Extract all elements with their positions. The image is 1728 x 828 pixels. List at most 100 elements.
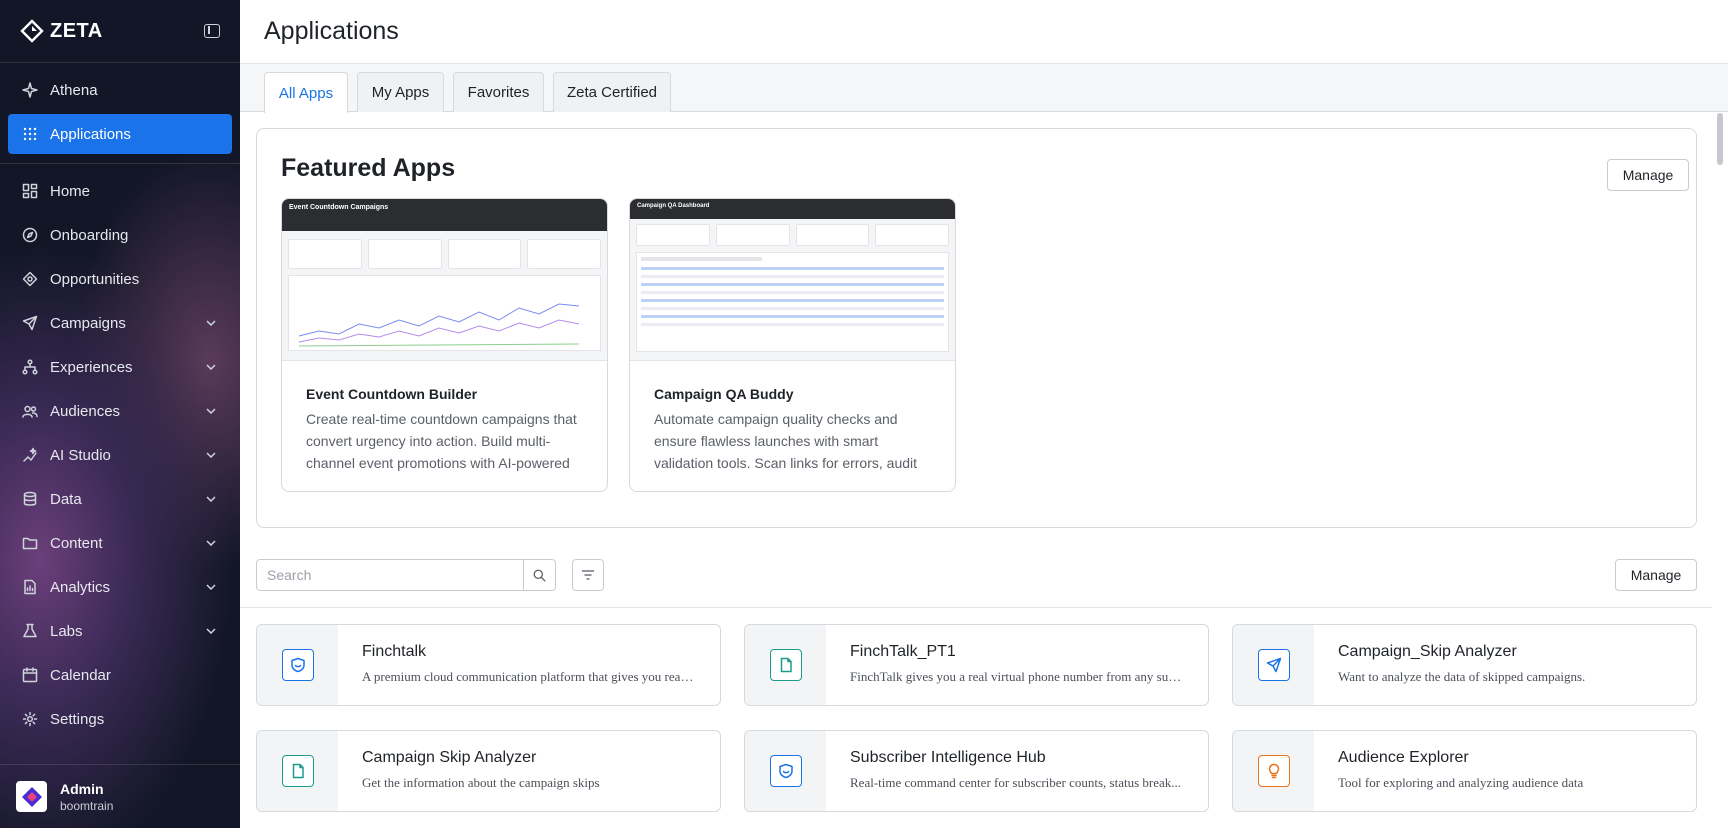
sidebar-item-athena[interactable]: Athena <box>8 70 232 110</box>
gear-icon <box>22 711 38 727</box>
sidebar-item-label: Home <box>50 182 91 200</box>
sidebar-item-audiences[interactable]: Audiences <box>8 391 232 431</box>
sidebar-item-campaigns[interactable]: Campaigns <box>8 303 232 343</box>
tab-my-apps[interactable]: My Apps <box>357 72 444 112</box>
grid-icon <box>22 126 38 142</box>
tabs-bar: All Apps My Apps Favorites Zeta Certifie… <box>240 64 1728 113</box>
search-button[interactable] <box>523 560 555 590</box>
chevron-down-icon[interactable] <box>204 580 218 594</box>
sidebar-item-label: Content <box>50 534 103 552</box>
sidebar-item-label: Data <box>50 490 82 508</box>
sidebar-item-labs[interactable]: Labs <box>8 611 232 651</box>
thumb-header: Event Countdown Campaigns <box>282 199 607 231</box>
sidebar-item-settings[interactable]: Settings <box>8 699 232 739</box>
sidebar-divider <box>0 163 240 164</box>
app-card[interactable]: FinchTalk_PT1 FinchTalk gives you a real … <box>744 624 1209 706</box>
tab-all-apps[interactable]: All Apps <box>264 72 348 113</box>
featured-app-card[interactable]: Event Countdown Campaigns Event Countdow… <box>281 198 608 492</box>
bulb-icon <box>1257 755 1290 787</box>
scrollbar[interactable] <box>1716 113 1724 828</box>
sidebar-item-calendar[interactable]: Calendar <box>8 655 232 695</box>
users-icon <box>22 403 38 419</box>
sidebar-item-content[interactable]: Content <box>8 523 232 563</box>
app-name: Campaign_Skip Analyzer <box>1338 643 1517 660</box>
sidebar-item-label: Applications <box>50 125 131 143</box>
app-icon-box <box>1233 731 1314 811</box>
ai-icon <box>22 447 38 463</box>
app-card[interactable]: Subscriber Intelligence Hub Real-time com… <box>744 730 1209 812</box>
sidebar-item-applications[interactable]: Applications <box>8 114 232 154</box>
sidebar-item-label: Labs <box>50 622 83 640</box>
app-card[interactable]: Campaign_Skip Analyzer Want to analyze th… <box>1232 624 1697 706</box>
app-card[interactable]: Finchtalk A premium cloud communication p… <box>256 624 721 706</box>
sidebar-item-ai-studio[interactable]: AI Studio <box>8 435 232 475</box>
featured-title: Featured Apps <box>281 154 456 182</box>
tab-zeta-certified[interactable]: Zeta Certified <box>553 72 671 112</box>
tab-favorites[interactable]: Favorites <box>453 72 544 112</box>
brand-name: ZETA <box>50 19 103 42</box>
chevron-down-icon[interactable] <box>204 492 218 506</box>
app-name: Campaign Skip Analyzer <box>362 749 537 766</box>
app-preview-image: Campaign QA Dashboard <box>630 199 955 361</box>
sidebar-item-analytics[interactable]: Analytics <box>8 567 232 607</box>
sidebar-item-home[interactable]: Home <box>8 171 232 211</box>
user-name: Admin <box>60 780 104 797</box>
chevron-down-icon[interactable] <box>204 404 218 418</box>
sidebar-item-label: Athena <box>50 81 98 99</box>
sidebar-item-label: Audiences <box>50 402 121 420</box>
filter-button[interactable] <box>572 559 604 591</box>
sidebar-item-data[interactable]: Data <box>8 479 232 519</box>
dashboard-icon <box>22 183 38 199</box>
app-icon-box <box>745 731 826 811</box>
avatar <box>16 781 47 812</box>
featured-app-name: Event Countdown Builder <box>306 386 478 402</box>
search-input[interactable] <box>257 560 523 590</box>
document-icon <box>281 755 314 787</box>
sidebar-item-label: AI Studio <box>50 446 111 464</box>
app-icon-box <box>257 731 338 811</box>
app-description: Real-time command center for subscriber … <box>850 775 1182 790</box>
user-profile[interactable]: Admin boomtrain <box>0 764 240 828</box>
sidebar-item-onboarding[interactable]: Onboarding <box>8 215 232 255</box>
app-card[interactable]: Campaign Skip Analyzer Get the informatio… <box>256 730 721 812</box>
sidebar-item-experiences[interactable]: Experiences <box>8 347 232 387</box>
send-icon <box>1257 649 1290 681</box>
report-icon <box>22 579 38 595</box>
thumb-header: Campaign QA Dashboard <box>630 199 955 219</box>
user-org: boomtrain <box>60 798 114 813</box>
main-content: Applications All Apps My Apps Favorites … <box>240 0 1728 828</box>
sidebar-item-label: Experiences <box>50 358 133 376</box>
featured-apps-panel: Featured Apps Manage Event Countdown Cam… <box>256 128 1697 528</box>
thumb-chart <box>288 275 601 351</box>
app-preview-image: Event Countdown Campaigns <box>282 199 607 361</box>
database-icon <box>22 491 38 507</box>
search-box <box>256 559 556 591</box>
boomtrain-logo-icon <box>21 786 42 807</box>
scrollbar-thumb[interactable] <box>1717 113 1723 165</box>
calendar-icon <box>22 667 38 683</box>
chevron-down-icon[interactable] <box>204 536 218 550</box>
featured-app-description: Automate campaign quality checks and ens… <box>654 411 918 471</box>
featured-app-card[interactable]: Campaign QA Dashboard Campaign QA Buddy … <box>629 198 956 492</box>
featured-manage-button[interactable]: Manage <box>1607 159 1689 191</box>
apps-manage-button[interactable]: Manage <box>1615 559 1697 591</box>
thumb-stats <box>282 231 607 269</box>
app-name: Audience Explorer <box>1338 749 1469 766</box>
chevron-down-icon[interactable] <box>204 316 218 330</box>
app-name: Finchtalk <box>362 643 427 660</box>
zeta-logo-icon <box>20 19 44 43</box>
shield-icon <box>769 755 802 787</box>
sidebar-item-opportunities[interactable]: Opportunities <box>8 259 232 299</box>
collapse-sidebar-icon[interactable] <box>204 24 220 38</box>
app-description: A premium cloud communication platform t… <box>362 669 696 684</box>
app-card[interactable]: Audience Explorer Tool for exploring and … <box>1232 730 1697 812</box>
chevron-down-icon[interactable] <box>204 448 218 462</box>
featured-app-description: Create real-time countdown campaigns tha… <box>306 411 577 471</box>
featured-app-name: Campaign QA Buddy <box>654 386 794 402</box>
app-description: Want to analyze the data of skipped camp… <box>1338 669 1586 684</box>
sidebar-item-label: Calendar <box>50 666 111 684</box>
chevron-down-icon[interactable] <box>204 624 218 638</box>
chevron-down-icon[interactable] <box>204 360 218 374</box>
zeta-logo[interactable]: ZETA <box>20 19 103 43</box>
app-name: FinchTalk_PT1 <box>850 643 956 660</box>
